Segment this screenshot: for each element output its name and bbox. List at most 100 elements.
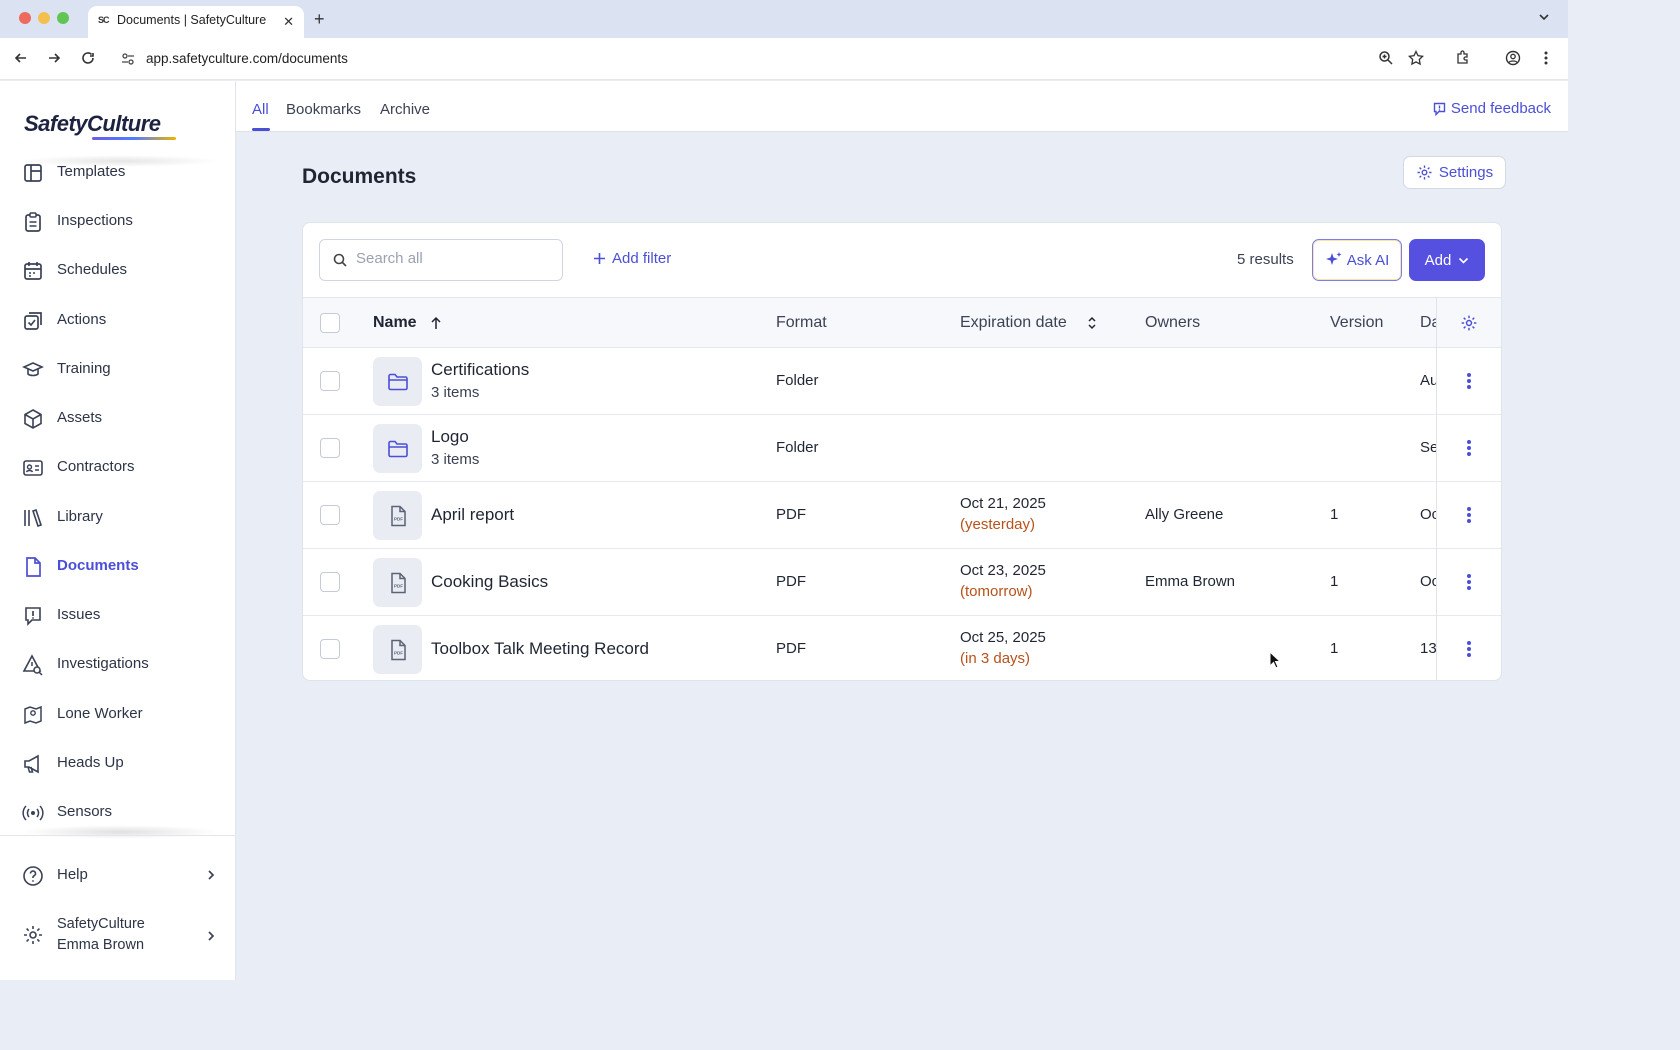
new-tab-icon[interactable]: + xyxy=(314,9,325,30)
bookmark-star-icon[interactable] xyxy=(1408,50,1424,66)
sort-toggle-icon[interactable] xyxy=(1087,315,1097,331)
sidebar-item-issues[interactable]: Issues xyxy=(0,596,236,636)
format-cell: Folder xyxy=(776,372,819,389)
select-all-checkbox[interactable] xyxy=(320,313,340,333)
sidebar-item-inspections[interactable]: Inspections xyxy=(0,202,236,242)
sidebar-item-documents[interactable]: Documents xyxy=(0,547,236,587)
org-name: SafetyCulture xyxy=(57,916,145,932)
tab-all[interactable]: All xyxy=(252,101,269,118)
window-minimize-button[interactable] xyxy=(38,12,50,24)
sidebar-item-templates[interactable]: Templates xyxy=(0,153,236,193)
site-info-icon[interactable] xyxy=(121,52,135,66)
profile-icon[interactable] xyxy=(1505,50,1521,66)
row-checkbox[interactable] xyxy=(320,639,340,659)
column-header-owners[interactable]: Owners xyxy=(1145,314,1200,332)
sidebar-item-assets[interactable]: Assets xyxy=(0,399,236,439)
sidebar-item-label: Assets xyxy=(57,409,103,426)
sidebar-item-actions[interactable]: Actions xyxy=(0,301,236,341)
version-cell: 1 xyxy=(1330,640,1339,657)
send-feedback-link[interactable]: Send feedback xyxy=(1433,100,1551,117)
expiration-date: Oct 21, 2025 xyxy=(960,495,1046,512)
sidebar-item-label: Investigations xyxy=(57,655,149,672)
folder-icon xyxy=(373,424,422,473)
column-header-date[interactable]: Da xyxy=(1420,314,1436,332)
safetyculture-logo[interactable]: SafetyCulture xyxy=(24,111,161,137)
document-name[interactable]: Cooking Basics xyxy=(431,572,548,592)
sidebar-item-label: Sensors xyxy=(57,803,113,820)
url-field[interactable]: app.safetyculture.com/documents xyxy=(146,51,348,66)
reload-icon[interactable] xyxy=(80,50,96,66)
ask-ai-button[interactable]: Ask AI xyxy=(1312,239,1402,281)
settings-button[interactable]: Settings xyxy=(1403,156,1506,189)
scroll-shadow xyxy=(20,825,220,839)
column-header-version[interactable]: Version xyxy=(1330,314,1383,332)
browser-menu-icon[interactable] xyxy=(1543,50,1549,66)
row-checkbox[interactable] xyxy=(320,438,340,458)
search-input[interactable] xyxy=(356,250,546,267)
column-header-name[interactable]: Name xyxy=(373,314,417,332)
sidebar-item-label: Heads Up xyxy=(57,754,124,771)
row-checkbox[interactable] xyxy=(320,371,340,391)
tab-archive[interactable]: Archive xyxy=(380,101,430,118)
sidebar-account[interactable]: SafetyCulture Emma Brown xyxy=(0,913,236,959)
tab-close-icon[interactable]: ✕ xyxy=(283,14,294,30)
inspections-icon xyxy=(22,211,44,233)
sidebar-item-contractors[interactable]: Contractors xyxy=(0,448,236,488)
sparkle-icon xyxy=(1325,251,1343,269)
table-row[interactable]: Logo 3 items Folder Se xyxy=(303,415,1501,482)
window-maximize-button[interactable] xyxy=(57,12,69,24)
sidebar-help[interactable]: Help xyxy=(0,856,236,896)
add-label: Add xyxy=(1424,251,1452,269)
document-name[interactable]: Certifications xyxy=(431,360,529,380)
tab-list-chevron-icon[interactable] xyxy=(1538,11,1550,23)
table-row[interactable]: Certifications 3 items Folder Au xyxy=(303,348,1501,415)
sidebar-item-heads-up[interactable]: Heads Up xyxy=(0,744,236,784)
document-name[interactable]: Toolbox Talk Meeting Record xyxy=(431,639,649,659)
row-more-options-icon[interactable] xyxy=(1461,370,1477,392)
active-tab-indicator xyxy=(252,128,270,131)
tab-bookmarks[interactable]: Bookmarks xyxy=(286,101,361,118)
sidebar-item-schedules[interactable]: Schedules xyxy=(0,251,236,291)
row-checkbox[interactable] xyxy=(320,572,340,592)
owner-cell: Ally Greene xyxy=(1145,506,1224,523)
browser-tab[interactable]: SC Documents | SafetyCulture ✕ xyxy=(88,6,304,38)
folder-icon xyxy=(373,357,422,406)
item-count: 3 items xyxy=(431,451,480,468)
feedback-label: Send feedback xyxy=(1450,100,1551,117)
sidebar-item-investigations[interactable]: Investigations xyxy=(0,645,236,685)
search-field[interactable] xyxy=(319,239,563,281)
sidebar-item-library[interactable]: Library xyxy=(0,498,236,538)
window-close-button[interactable] xyxy=(19,12,31,24)
row-more-options-icon[interactable] xyxy=(1461,638,1477,660)
row-more-options-icon[interactable] xyxy=(1461,437,1477,459)
table-row[interactable]: PDF Cooking Basics PDF Oct 23, 2025 (tomorro… xyxy=(303,549,1501,616)
alert-icon xyxy=(22,605,44,627)
row-checkbox[interactable] xyxy=(320,505,340,525)
document-name[interactable]: Logo xyxy=(431,427,469,447)
document-name[interactable]: April report xyxy=(431,505,514,525)
zoom-icon[interactable] xyxy=(1378,50,1394,66)
back-icon[interactable] xyxy=(13,50,29,66)
sidebar-item-lone-worker[interactable]: Lone Worker xyxy=(0,695,236,735)
table-row[interactable]: PDF Toolbox Talk Meeting Record PDF Oct 25,… xyxy=(303,616,1501,680)
document-icon xyxy=(22,556,44,578)
date-cell: Oc xyxy=(1420,573,1436,590)
investigation-icon xyxy=(22,654,44,676)
column-settings-gear-icon[interactable] xyxy=(1460,314,1478,332)
chevron-right-icon xyxy=(206,869,216,881)
date-cell: 13 xyxy=(1420,640,1436,657)
table-row[interactable]: PDF April report PDF Oct 21, 2025 (yesterday… xyxy=(303,482,1501,549)
forward-icon[interactable] xyxy=(46,50,62,66)
add-filter-button[interactable]: Add filter xyxy=(593,250,671,267)
sidebar-item-training[interactable]: Training xyxy=(0,350,236,390)
extensions-icon[interactable] xyxy=(1455,50,1471,66)
add-button[interactable]: Add xyxy=(1409,239,1485,281)
column-header-format[interactable]: Format xyxy=(776,314,827,332)
column-header-expiration[interactable]: Expiration date xyxy=(960,314,1067,332)
browser-address-bar: app.safetyculture.com/documents xyxy=(0,38,1568,80)
sort-ascending-icon[interactable] xyxy=(430,316,442,330)
library-icon xyxy=(22,507,44,529)
actions-icon xyxy=(22,310,44,332)
row-more-options-icon[interactable] xyxy=(1461,571,1477,593)
row-more-options-icon[interactable] xyxy=(1461,504,1477,526)
